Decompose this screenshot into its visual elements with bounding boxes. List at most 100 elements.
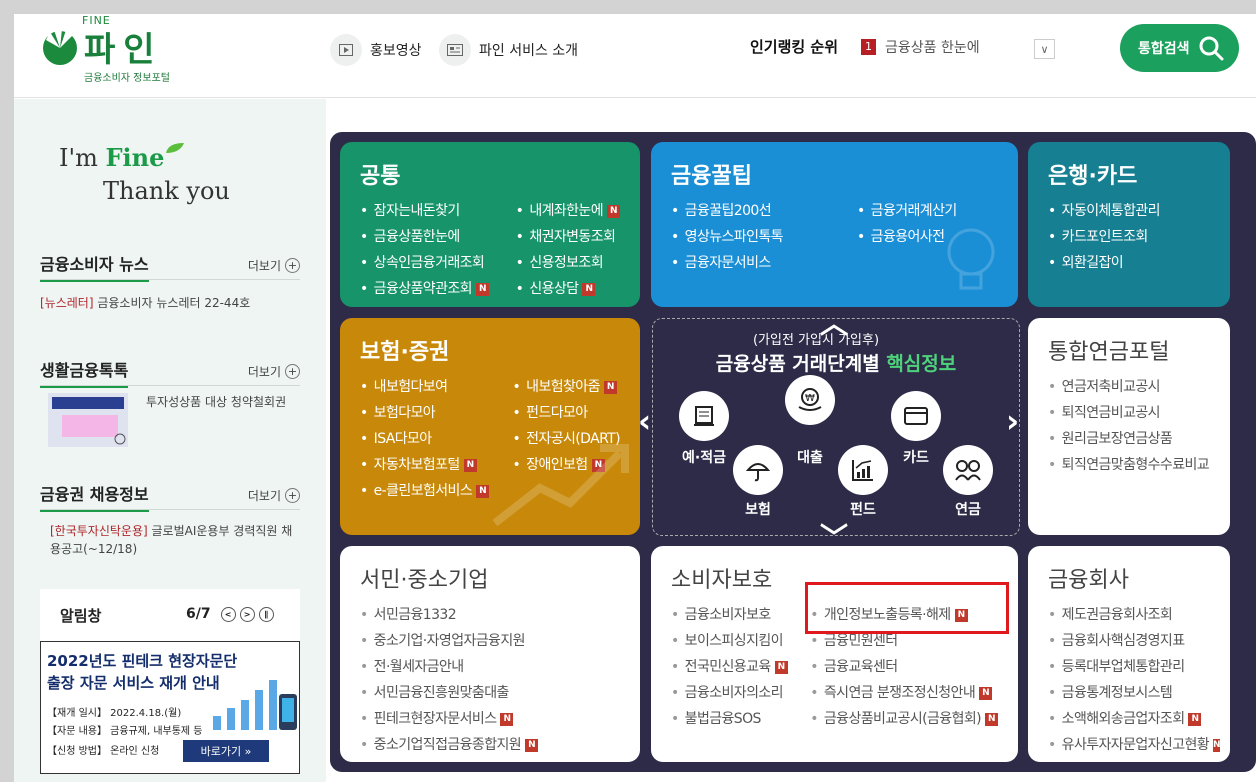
card-title[interactable]: 보험·증권: [360, 334, 620, 366]
section-title[interactable]: 금융소비자 뉴스: [40, 251, 149, 282]
site-logo[interactable]: FINE 파인 금융소비자 정보포털: [40, 14, 190, 84]
icon-label-insurance[interactable]: 보험: [718, 499, 798, 519]
link-item[interactable]: 전국민신용교육N: [671, 654, 792, 680]
integrated-search-button[interactable]: 통합검색: [1120, 24, 1239, 72]
link-label: 서민금융1332: [373, 607, 457, 623]
card-title[interactable]: 금융꿀팁: [671, 158, 998, 190]
link-item[interactable]: 소액해외송금업자조회N: [1048, 706, 1210, 732]
left-sidebar: I'm Fine Thank you 금융소비자 뉴스 더보기 + [뉴스레터] …: [14, 99, 326, 782]
link-label: 연금저축비교공시: [1061, 379, 1161, 395]
notice-banner[interactable]: 2022년도 핀테크 현장자문단 출장 자문 서비스 재개 안내 【재개 일시】 …: [40, 641, 300, 774]
fund-chart-icon[interactable]: [838, 445, 888, 495]
link-item[interactable]: 신용정보조회: [516, 250, 620, 276]
svg-text:₩: ₩: [805, 393, 815, 404]
link-item[interactable]: ISA다모아: [360, 426, 495, 452]
link-label: 신용상담: [529, 281, 579, 297]
link-item[interactable]: 등록대부업체통합관리: [1048, 654, 1210, 680]
link-item[interactable]: 금융소비자의소리: [671, 680, 792, 706]
link-item[interactable]: 불법금융SOS: [671, 706, 792, 732]
pension-people-icon[interactable]: [943, 445, 993, 495]
link-item[interactable]: 금융자문서비스: [671, 250, 839, 276]
icon-label-pension[interactable]: 연금: [928, 499, 1008, 519]
link-item[interactable]: 중소기업직접금융종합지원N: [360, 732, 620, 758]
link-item[interactable]: 원리금보장연금상품: [1048, 426, 1210, 452]
next-icon[interactable]: >: [239, 606, 255, 622]
link-item[interactable]: 서민금융진흥원맞춤대출: [360, 680, 620, 706]
chevron-right-icon[interactable]: ›: [1006, 402, 1019, 440]
link-item[interactable]: 금융상품약관조회N: [360, 276, 498, 302]
link-item[interactable]: 제도권금융회사조회: [1048, 602, 1210, 628]
card-title[interactable]: 통합연금포털: [1048, 334, 1210, 366]
link-item[interactable]: 퇴직연금맞춤형수수료비교: [1048, 452, 1210, 478]
link-item[interactable]: 금융거래계산기: [857, 198, 958, 224]
chevron-down-icon[interactable]: ∨: [1034, 39, 1055, 59]
nav-promo-video[interactable]: 홍보영상: [330, 34, 422, 66]
banner-title-line1: 2022년도 핀테크 현장자문단: [47, 652, 238, 670]
link-item[interactable]: e-클린보험서비스N: [360, 478, 495, 504]
link-item[interactable]: 금융회사핵심경영지표: [1048, 628, 1210, 654]
more-button[interactable]: 더보기 +: [248, 487, 300, 504]
link-item[interactable]: 잠자는내돈찾기: [360, 198, 498, 224]
card-icon[interactable]: [891, 391, 941, 441]
umbrella-icon[interactable]: [733, 445, 783, 495]
nav-label: 홍보영상: [370, 43, 422, 59]
link-item[interactable]: 전·월세자금안내: [360, 654, 620, 680]
icon-label-savings[interactable]: 예·적금: [664, 447, 744, 467]
consumer-news-section: 금융소비자 뉴스 더보기 + [뉴스레터] 금융소비자 뉴스레터 22-44호: [40, 251, 300, 311]
nav-service-intro[interactable]: 파인 서비스 소개: [439, 34, 578, 66]
life-item-text[interactable]: 투자성상품 대상 청약철회권: [146, 393, 296, 411]
link-item[interactable]: 연금저축비교공시: [1048, 374, 1210, 400]
link-item[interactable]: 채권자변동조회: [516, 224, 620, 250]
link-item[interactable]: 금융상품비교공시(금융협회)N: [810, 706, 998, 732]
card-title[interactable]: 은행·카드: [1048, 158, 1210, 190]
more-button[interactable]: 더보기 +: [248, 363, 300, 380]
chevron-up-icon[interactable]: ︿: [820, 302, 848, 342]
banner-go-button[interactable]: 바로가기 »: [183, 740, 269, 762]
more-button[interactable]: 더보기 +: [248, 257, 300, 274]
link-item[interactable]: 카드포인트조회: [1048, 224, 1210, 250]
section-title[interactable]: 금융권 채용정보: [40, 481, 149, 512]
link-item[interactable]: 중소기업·자영업자금융지원: [360, 628, 620, 654]
link-item[interactable]: 영상뉴스파인톡톡: [671, 224, 839, 250]
link-item[interactable]: 내계좌한눈에 N: [516, 198, 620, 224]
news-item[interactable]: [뉴스레터] 금융소비자 뉴스레터 22-44호: [40, 294, 300, 312]
link-item[interactable]: 상속인금융거래조회: [360, 250, 498, 276]
prev-icon[interactable]: <: [220, 606, 236, 622]
link-item[interactable]: 펀드다모아: [513, 400, 621, 426]
link-item[interactable]: 자동차보험포털N: [360, 452, 495, 478]
section-title[interactable]: 생활금융톡톡: [40, 357, 129, 388]
notice-page: 6/7: [186, 606, 211, 622]
new-badge: N: [582, 282, 596, 296]
pause-icon[interactable]: ∥: [258, 606, 274, 622]
link-item[interactable]: 금융꿀팁200선: [671, 198, 839, 224]
link-item[interactable]: 금융소비자보호: [671, 602, 792, 628]
thumbnail-image[interactable]: [48, 393, 128, 447]
link-item[interactable]: 보험다모아: [360, 400, 495, 426]
link-item[interactable]: 금융상품한눈에: [360, 224, 498, 250]
savings-icon[interactable]: [679, 391, 729, 441]
link-item[interactable]: 신용상담N: [516, 276, 620, 302]
link-label: 보이스피싱지킴이: [684, 633, 784, 649]
job-item[interactable]: [한국투자신탁운용] 글로벌AI운용부 경력직원 채용공고(~12/18): [40, 522, 300, 558]
link-item[interactable]: 즉시연금 분쟁조정신청안내N: [810, 680, 998, 706]
link-item[interactable]: 금융통계정보시스템: [1048, 680, 1210, 706]
chevron-left-icon[interactable]: ‹: [638, 402, 651, 440]
link-item[interactable]: 자동이체통합관리: [1048, 198, 1210, 224]
card-title[interactable]: 금융회사: [1048, 562, 1210, 594]
new-badge: N: [525, 738, 539, 752]
link-item[interactable]: 서민금융1332: [360, 602, 620, 628]
link-label: 잠자는내돈찾기: [373, 203, 461, 219]
link-item[interactable]: 퇴직연금비교공시: [1048, 400, 1210, 426]
link-item[interactable]: 핀테크현장자문서비스N: [360, 706, 620, 732]
link-item[interactable]: 내보험다보여: [360, 374, 495, 400]
more-label: 더보기: [247, 365, 281, 379]
link-item[interactable]: 내보험찾아줌N: [513, 374, 621, 400]
card-title[interactable]: 공통: [360, 158, 620, 190]
link-item[interactable]: 유사투자자문업자신고현황N: [1048, 732, 1221, 758]
link-item[interactable]: 금융교육센터: [810, 654, 998, 680]
card-title[interactable]: 서민·중소기업: [360, 562, 620, 594]
ranking-item-link[interactable]: 금융상품 한눈에: [885, 37, 980, 57]
link-item[interactable]: 보이스피싱지킴이: [671, 628, 792, 654]
link-item[interactable]: 외환길잡이: [1048, 250, 1210, 276]
loan-icon[interactable]: ₩: [785, 375, 835, 425]
